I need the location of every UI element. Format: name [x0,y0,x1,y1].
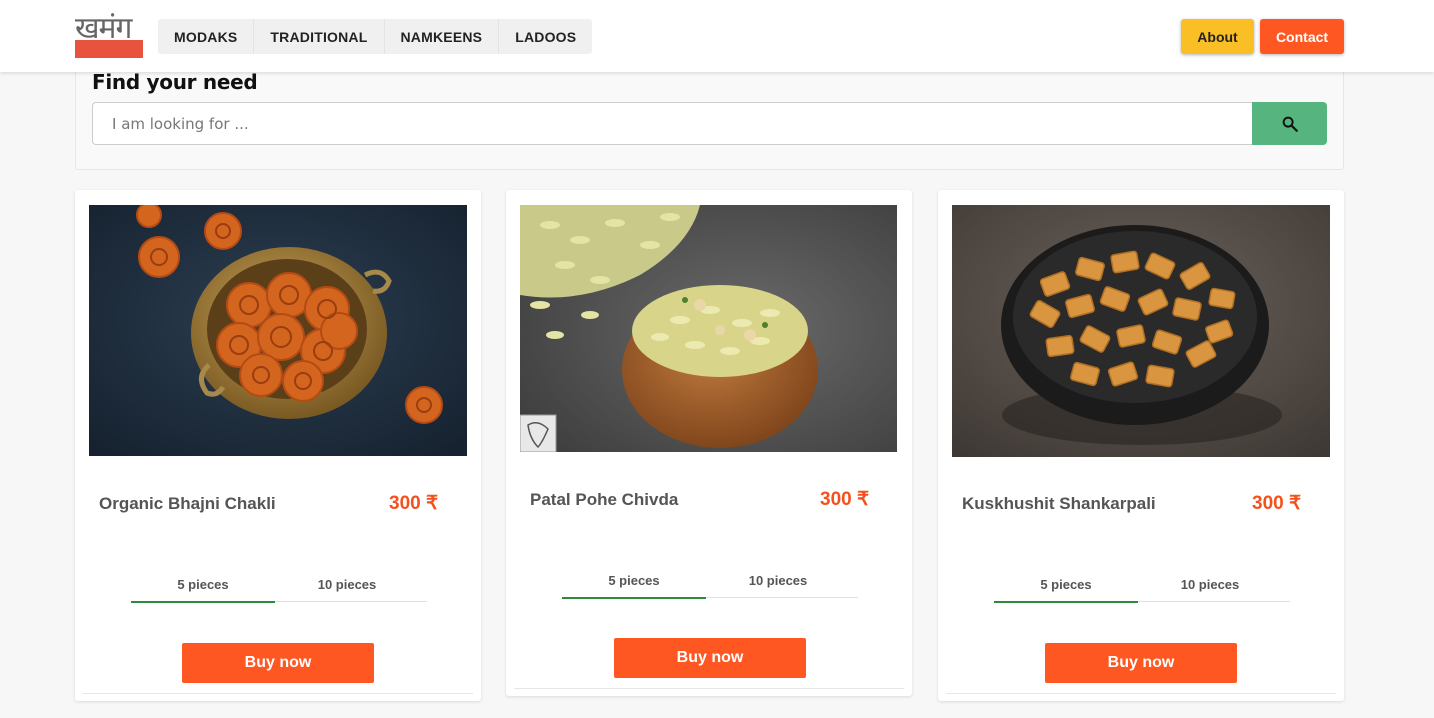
search-input[interactable] [92,102,1253,145]
nav-item-traditional[interactable]: TRADITIONAL [254,19,385,54]
product-price: 300 ₹ [820,489,870,510]
search-button[interactable] [1252,102,1327,145]
tab-10-pieces[interactable]: 10 pieces [1138,566,1282,602]
search-icon [1282,116,1298,132]
brand-logo[interactable]: खमंग [75,11,143,58]
nav-item-modaks[interactable]: MODAKS [158,19,255,54]
tab-5-pieces[interactable]: 5 pieces [131,566,275,603]
card-divider [514,688,904,689]
card-divider [83,693,473,694]
product-image-chakli[interactable] [89,205,467,456]
tab-10-pieces[interactable]: 10 pieces [275,566,419,602]
quantity-tabs: 5 pieces 10 pieces [131,566,427,603]
nav-item-ladoos[interactable]: LADOOS [499,19,592,54]
product-image-shankarpali[interactable] [952,205,1330,457]
product-card: Patal Pohe Chivda 300 ₹ 5 pieces 10 piec… [506,190,912,696]
about-button[interactable]: About [1181,19,1254,54]
buy-now-button[interactable]: Buy now [614,638,806,678]
product-image-chivda[interactable] [520,205,897,452]
product-card: Kuskhushit Shankarpali 300 ₹ 5 pieces 10… [938,190,1344,701]
product-name: Patal Pohe Chivda [530,490,679,509]
quantity-tabs: 5 pieces 10 pieces [562,562,858,599]
product-name: Organic Bhajni Chakli [99,494,276,513]
product-name: Kuskhushit Shankarpali [962,494,1156,513]
product-card: Organic Bhajni Chakli 300 ₹ 5 pieces 10 … [75,190,481,701]
quantity-tabs: 5 pieces 10 pieces [994,566,1290,603]
product-price: 300 ₹ [389,493,439,514]
top-navbar: खमंग MODAKS TRADITIONAL NAMKEENS LADOOS … [0,0,1434,72]
product-price: 300 ₹ [1252,493,1302,514]
nav-item-namkeens[interactable]: NAMKEENS [385,19,500,54]
tab-5-pieces[interactable]: 5 pieces [994,566,1138,603]
search-panel: Find your need [75,60,1344,170]
tab-10-pieces[interactable]: 10 pieces [706,562,850,598]
tab-5-pieces[interactable]: 5 pieces [562,562,706,599]
card-divider [946,693,1336,694]
search-title: Find your need [92,70,258,94]
buy-now-button[interactable]: Buy now [1045,643,1237,683]
logo-text: खमंग [75,11,132,46]
contact-button[interactable]: Contact [1260,19,1344,54]
buy-now-button[interactable]: Buy now [182,643,374,683]
category-nav: MODAKS TRADITIONAL NAMKEENS LADOOS [158,19,593,54]
